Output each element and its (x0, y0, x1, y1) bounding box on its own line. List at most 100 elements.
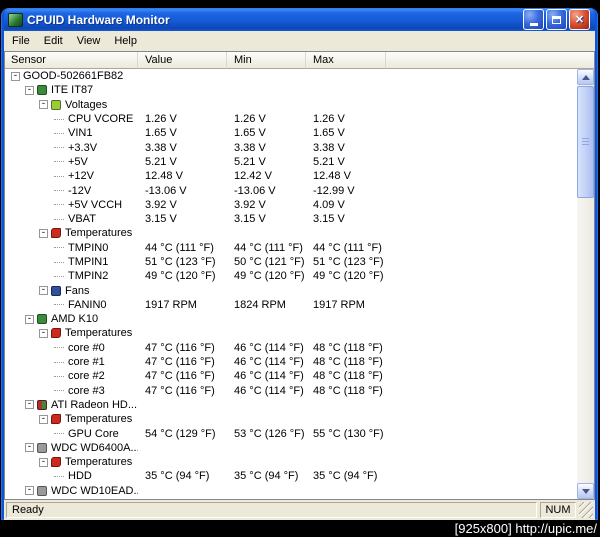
tree-connector (54, 275, 64, 277)
group-row[interactable]: - WDC WD10EAD... (5, 484, 577, 498)
menu-help[interactable]: Help (107, 33, 144, 49)
sensor-min: 50 °C (121 °F) (234, 256, 305, 268)
sensor-row[interactable]: core #2 47 °C (116 °F) 46 °C (114 °F) 48 °C… (5, 369, 577, 383)
sensor-row[interactable]: CPU VCORE 1.26 V 1.26 V 1.26 V (5, 112, 577, 126)
app-icon[interactable] (8, 12, 23, 27)
expand-collapse-toggle[interactable]: - (25, 314, 34, 324)
sensor-min: 1.65 V (234, 127, 266, 140)
vertical-scrollbar[interactable] (577, 69, 594, 499)
group-row[interactable]: - AMD K10 (5, 312, 577, 326)
tree-connector (54, 375, 64, 377)
sensor-label: FANIN0 (68, 298, 107, 311)
expand-collapse-toggle[interactable]: - (39, 100, 48, 110)
group-row[interactable]: - ITE IT87 (5, 83, 577, 97)
sensor-max: 12.48 V (313, 170, 351, 183)
group-row[interactable]: - WDC WD6400A... (5, 441, 577, 455)
sensor-row[interactable]: FANIN0 1917 RPM 1824 RPM 1917 RPM (5, 298, 577, 312)
expand-collapse-toggle[interactable]: - (39, 457, 48, 467)
sensor-max: 3.15 V (313, 213, 345, 226)
column-header-sensor[interactable]: Sensor (5, 52, 138, 69)
expand-collapse-toggle[interactable]: - (11, 71, 20, 81)
sensor-value: 47 °C (116 °F) (145, 370, 215, 383)
sensor-label: VBAT (68, 213, 96, 226)
temperature-icon (51, 414, 61, 425)
sensor-max: 1.26 V (313, 113, 345, 126)
expand-collapse-toggle[interactable]: - (39, 414, 48, 424)
maximize-button[interactable] (546, 9, 567, 30)
sensor-max: 51 °C (123 °F) (313, 256, 384, 268)
sensor-max: 55 °C (130 °F) (313, 427, 384, 440)
sensor-min: 3.38 V (234, 141, 266, 154)
sensor-value: 51 °C (123 °F) (145, 256, 216, 268)
fan-icon (51, 285, 61, 296)
sensor-label: VIN1 (68, 127, 93, 140)
resize-grip[interactable] (579, 502, 593, 518)
sensor-min: 53 °C (126 °F) (234, 427, 305, 440)
sensor-value: 1.26 V (145, 113, 177, 126)
disk-icon (37, 442, 47, 453)
sensor-row[interactable]: +3.3V 3.38 V 3.38 V 3.38 V (5, 140, 577, 154)
sensor-max: 1.65 V (313, 127, 345, 140)
sensor-label: AMD K10 (51, 313, 99, 326)
expand-collapse-toggle[interactable]: - (39, 286, 48, 296)
scroll-down-button[interactable] (577, 483, 594, 499)
close-button[interactable]: ✕ (569, 9, 590, 30)
sensor-max: 44 °C (111 °F) (313, 241, 382, 254)
expand-collapse-toggle[interactable]: - (39, 328, 48, 338)
expand-collapse-toggle[interactable]: - (25, 85, 34, 95)
sensor-row[interactable]: core #0 47 °C (116 °F) 46 °C (114 °F) 48 °C… (5, 341, 577, 355)
menu-file[interactable]: File (5, 33, 37, 49)
sensor-row[interactable]: GPU Core 54 °C (129 °F) 53 °C (126 °F) 55 °… (5, 426, 577, 440)
scrollbar-thumb[interactable] (577, 86, 594, 198)
expand-collapse-toggle[interactable]: - (25, 486, 34, 496)
expand-collapse-toggle[interactable]: - (25, 443, 34, 453)
watermark-bar: [925x800] http://upic.me/ (0, 520, 600, 537)
menu-edit[interactable]: Edit (37, 33, 70, 49)
sensor-label: TMPIN2 (68, 270, 109, 283)
minimize-button[interactable] (523, 9, 544, 30)
group-row[interactable]: - Temperatures (5, 412, 577, 426)
group-row[interactable]: - Temperatures (5, 455, 577, 469)
group-row[interactable]: - GOOD-502661FB82 (5, 69, 577, 83)
scroll-up-button[interactable] (577, 69, 594, 85)
sensor-row[interactable]: -12V -13.06 V -13.06 V -12.99 V (5, 183, 577, 197)
sensor-label: GOOD-502661FB82 (23, 70, 124, 83)
expand-collapse-toggle[interactable]: - (39, 228, 48, 238)
menu-view[interactable]: View (70, 33, 108, 49)
group-row[interactable]: - Temperatures (5, 326, 577, 340)
sensor-row[interactable]: TMPIN0 44 °C (111 °F) 44 °C (111 °F) 44 °C … (5, 241, 577, 255)
tree-connector (54, 118, 64, 120)
arrow-up-icon (581, 74, 590, 80)
title-bar[interactable]: CPUID Hardware Monitor ✕ (4, 8, 595, 31)
column-header-value[interactable]: Value (138, 52, 227, 69)
sensor-row[interactable]: +12V 12.48 V 12.42 V 12.48 V (5, 169, 577, 183)
tree-connector (54, 204, 64, 206)
sensor-value: 47 °C (116 °F) (145, 356, 215, 369)
group-row[interactable]: - Fans (5, 283, 577, 297)
sensor-value: 3.92 V (145, 198, 177, 211)
sensor-row[interactable]: TMPIN2 49 °C (120 °F) 49 °C (120 °F) 49 °C … (5, 269, 577, 283)
group-row[interactable]: - Voltages (5, 98, 577, 112)
sensor-row[interactable]: TMPIN1 51 °C (123 °F) 50 °C (121 °F) 51 °C … (5, 255, 577, 269)
group-row[interactable]: - Temperatures (5, 226, 577, 240)
sensor-row[interactable]: +5V 5.21 V 5.21 V 5.21 V (5, 155, 577, 169)
column-header-max[interactable]: Max (306, 52, 386, 69)
sensor-row[interactable]: core #3 47 °C (116 °F) 46 °C (114 °F) 48 °C… (5, 384, 577, 398)
sensor-label: core #2 (68, 370, 105, 383)
column-header-min[interactable]: Min (227, 52, 306, 69)
sensor-tree: - GOOD-502661FB82- ITE IT87- Voltages CPU VC… (5, 69, 577, 499)
sensor-max: 4.09 V (313, 198, 345, 211)
sensor-row[interactable]: VBAT 3.15 V 3.15 V 3.15 V (5, 212, 577, 226)
sensor-row[interactable]: core #1 47 °C (116 °F) 46 °C (114 °F) 48 °C… (5, 355, 577, 369)
sensor-row[interactable]: HDD 35 °C (94 °F) 35 °C (94 °F) 35 °C (94 °… (5, 469, 577, 483)
sensor-row[interactable]: +5V VCCH 3.92 V 3.92 V 4.09 V (5, 198, 577, 212)
sensor-label: GPU Core (68, 427, 119, 440)
group-row[interactable]: - ATI Radeon HD... (5, 398, 577, 412)
sensor-value: 3.15 V (145, 213, 177, 226)
sensor-row[interactable]: VIN1 1.65 V 1.65 V 1.65 V (5, 126, 577, 140)
window-title: CPUID Hardware Monitor (27, 12, 170, 27)
expand-collapse-toggle[interactable]: - (25, 400, 34, 410)
tree-connector (54, 218, 64, 220)
status-bar: Ready NUM (4, 500, 595, 520)
sensor-value: 54 °C (129 °F) (145, 427, 216, 440)
